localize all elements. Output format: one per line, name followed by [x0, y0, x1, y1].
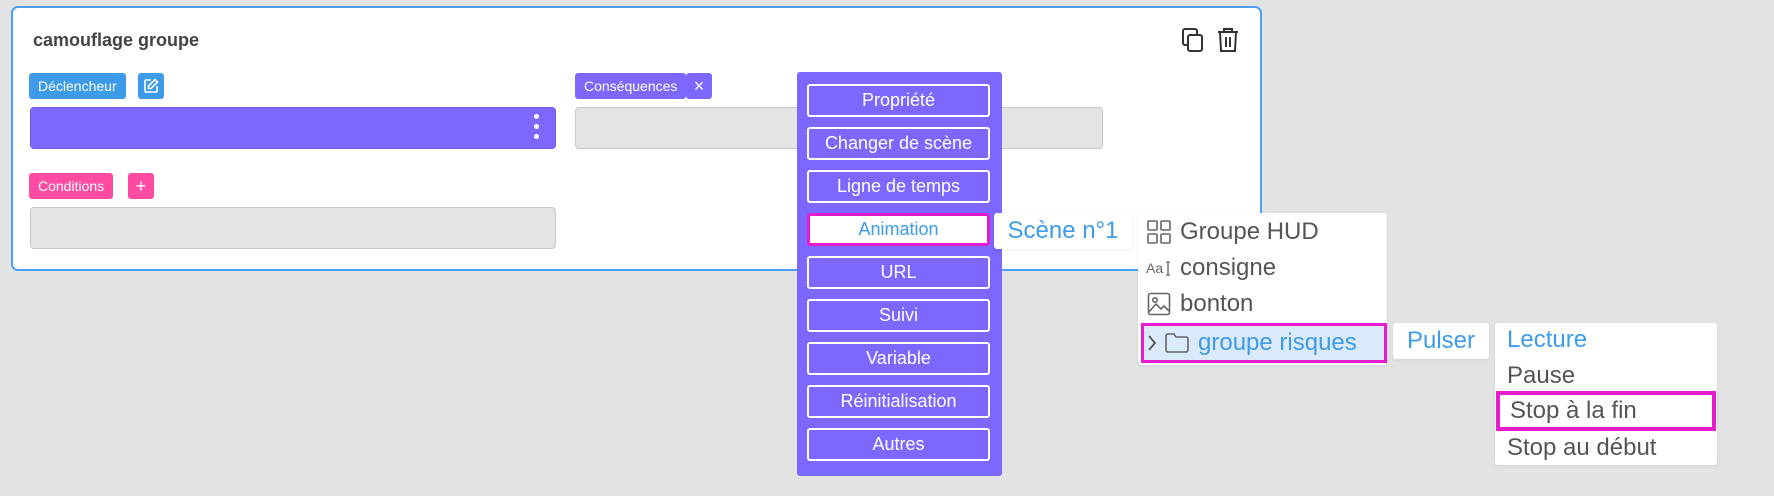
menu-item-suivi[interactable]: Suivi — [807, 299, 990, 332]
tree-item-label: groupe risques — [1198, 329, 1357, 356]
folder-icon — [1164, 330, 1190, 356]
option-stop-au-debut[interactable]: Stop au début — [1507, 431, 1656, 465]
tree-item-label: bonton — [1180, 290, 1254, 317]
conditions-field[interactable] — [30, 207, 556, 249]
menu-item-autres[interactable]: Autres — [807, 428, 990, 461]
add-condition-button[interactable]: + — [128, 173, 154, 199]
animation-selector[interactable]: Pulser — [1393, 323, 1489, 359]
menu-item-changer-de-scene[interactable]: Changer de scène — [807, 127, 990, 160]
conditions-label: Conditions — [29, 173, 114, 199]
option-stop-a-la-fin[interactable]: Stop à la fin — [1496, 391, 1716, 431]
trigger-field[interactable] — [30, 107, 556, 149]
tree-item-label: consigne — [1180, 254, 1277, 281]
image-icon — [1146, 291, 1172, 317]
grid-icon — [1146, 219, 1172, 245]
trash-icon[interactable] — [1216, 26, 1240, 54]
menu-item-propriete[interactable]: Propriété — [807, 84, 990, 117]
edit-trigger-button[interactable] — [138, 73, 164, 99]
tree-item-label: Groupe HUD — [1180, 218, 1319, 245]
edit-icon — [144, 78, 159, 93]
menu-item-animation[interactable]: Animation — [807, 213, 990, 246]
copy-icon[interactable] — [1180, 26, 1206, 54]
chevron-right-icon[interactable] — [1144, 330, 1160, 356]
scene-selector[interactable]: Scène n°1 — [994, 213, 1132, 249]
trigger-label: Déclencheur — [29, 73, 126, 99]
tree-item-consigne[interactable]: Aa consigne — [1146, 251, 1276, 285]
consequences-label: Conséquences — [575, 73, 687, 99]
menu-item-ligne-de-temps[interactable]: Ligne de temps — [807, 170, 990, 203]
menu-item-variable[interactable]: Variable — [807, 342, 990, 375]
card-title: camouflage groupe — [33, 30, 200, 50]
remove-consequence-button[interactable]: × — [686, 73, 712, 99]
tree-item-groupe-hud[interactable]: Groupe HUD — [1146, 215, 1319, 249]
text-icon: Aa — [1146, 255, 1172, 281]
tree-item-bonton[interactable]: bonton — [1146, 287, 1253, 321]
action-type-menu: Propriété Changer de scène Ligne de temp… — [797, 72, 1002, 476]
svg-text:Aa: Aa — [1146, 260, 1163, 276]
menu-item-url[interactable]: URL — [807, 256, 990, 289]
tree-item-groupe-risques[interactable]: groupe risques — [1141, 323, 1387, 363]
more-options-icon[interactable] — [534, 114, 539, 139]
card-actions — [1180, 26, 1240, 54]
menu-item-reinitialisation[interactable]: Réinitialisation — [807, 385, 990, 418]
option-lecture[interactable]: Lecture — [1507, 323, 1587, 357]
option-pause[interactable]: Pause — [1507, 359, 1575, 393]
